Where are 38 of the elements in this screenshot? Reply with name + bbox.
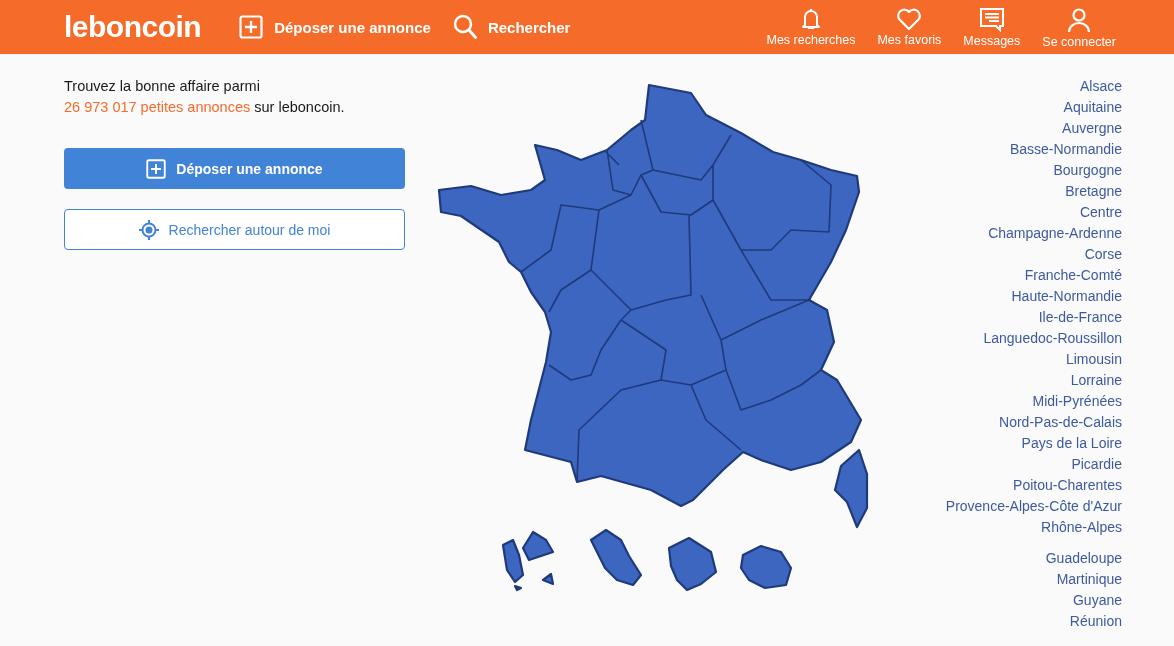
post-ad-button[interactable]: Déposer une annonce [64,148,405,189]
region-link[interactable]: Provence-Alpes-Côte d'Azur [945,496,1122,517]
region-link[interactable]: Champagne-Ardenne [988,223,1122,244]
region-link[interactable]: Ile-de-France [1038,307,1122,328]
region-link[interactable]: Corse [1084,244,1122,265]
user-icon [1067,7,1092,33]
region-link[interactable]: Bourgogne [1053,160,1122,181]
region-link[interactable]: Réunion [1069,611,1122,632]
region-link[interactable]: Alsace [1079,76,1122,97]
region-link[interactable]: Bretagne [1065,181,1122,202]
region-link[interactable]: Basse-Normandie [1009,139,1122,160]
message-icon [978,7,1005,32]
region-link[interactable]: Rhône-Alpes [1041,517,1122,538]
target-icon [138,219,159,240]
intro-text: Trouvez la bonne affaire parmi 26 973 017 petites annonces sur leboncoin. [64,77,346,117]
region-link[interactable]: Languedoc-Roussillon [983,328,1122,349]
france-map-drawing[interactable] [437,83,869,592]
region-link[interactable]: Centre [1079,202,1122,223]
nearby-search-button[interactable]: Rechercher autour de moi [64,209,405,250]
region-link[interactable]: Pays de la Loire [1021,433,1122,454]
bell-icon [800,7,821,31]
region-link[interactable]: Haute-Normandie [1011,286,1122,307]
heart-icon [896,7,923,31]
region-link[interactable]: Lorraine [1070,370,1122,391]
region-link[interactable]: Aquitaine [1063,97,1122,118]
search-icon [452,14,477,40]
region-link[interactable]: Poitou-Charentes [1013,475,1122,496]
region-link[interactable]: Midi-Pyrénées [1032,391,1122,412]
region-link[interactable]: Franche-Comté [1024,265,1122,286]
region-link[interactable]: Martinique [1056,569,1122,590]
plus-square-icon [146,158,167,179]
region-link[interactable]: Limousin [1065,349,1122,370]
region-link[interactable]: Guyane [1072,590,1122,611]
plus-square-icon [239,15,264,39]
region-link[interactable]: Nord-Pas-de-Calais [999,412,1122,433]
region-link[interactable]: Picardie [1071,454,1122,475]
region-link[interactable]: Auvergne [1062,118,1122,139]
region-link[interactable]: Guadeloupe [1045,548,1122,569]
